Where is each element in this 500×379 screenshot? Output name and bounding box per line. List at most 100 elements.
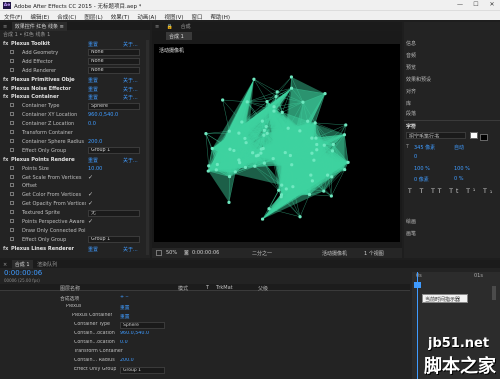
timeline-row[interactable]: Transform Container	[0, 348, 410, 356]
effect-row[interactable]: Textured Sprite 无	[0, 209, 150, 217]
tracking-value[interactable]: 0	[414, 154, 417, 160]
effect-checkbox[interactable]: ✓	[88, 218, 93, 225]
effect-row[interactable]: Get Opacity From Vertices ✓	[0, 200, 150, 208]
fx-icon[interactable]: fx	[3, 157, 8, 163]
effect-row[interactable]: Points Perspective Aware ✓	[0, 218, 150, 226]
lock-icon[interactable]: 🔒	[164, 23, 176, 31]
timeline-row[interactable]: Plexus Container 重置	[0, 312, 410, 320]
tsume-value[interactable]: 0 %	[454, 176, 464, 182]
panel-libraries[interactable]: 库	[406, 100, 411, 107]
panel-info[interactable]: 信息	[406, 40, 416, 47]
camera-icon[interactable]: ◙	[184, 250, 189, 256]
menu-composition[interactable]: 合成(C)	[53, 11, 80, 21]
reset-link[interactable]: 重置	[88, 77, 98, 84]
close-icon[interactable]: ×	[0, 261, 10, 269]
stopwatch-icon[interactable]	[10, 227, 14, 232]
effect-row[interactable]: fx Plexus Toolkit 重置 关于...	[0, 40, 150, 48]
effect-value[interactable]: 200.0	[88, 139, 102, 145]
effect-dropdown[interactable]: Group 1	[88, 236, 140, 244]
timeline-row[interactable]: Container Type Sphere	[0, 321, 410, 329]
stopwatch-icon[interactable]	[10, 236, 14, 241]
stopwatch-icon[interactable]	[10, 49, 14, 54]
timeline-row-value[interactable]: 200.0	[120, 358, 134, 363]
effect-row[interactable]: Draw Only Connected Poi	[0, 227, 150, 235]
stopwatch-icon[interactable]	[10, 219, 14, 223]
effect-checkbox[interactable]: ✓	[88, 200, 93, 207]
effect-row[interactable]: Effect Only Group Group 1	[0, 147, 150, 155]
stopwatch-icon[interactable]	[10, 201, 14, 206]
time-indicator-handle[interactable]	[414, 282, 421, 288]
menu-animation[interactable]: 动画(A)	[133, 11, 160, 21]
effect-dropdown[interactable]: Sphere	[88, 102, 140, 110]
menu-layer[interactable]: 图层(L)	[80, 11, 106, 21]
menu-view[interactable]: 视图(V)	[160, 11, 187, 21]
effect-row[interactable]: fx Plexus Container 重置 关于...	[0, 93, 150, 101]
panel-audio[interactable]: 音频	[406, 52, 416, 59]
effect-row[interactable]: Add Renderer None	[0, 67, 150, 75]
effect-dropdown[interactable]: None	[88, 58, 140, 66]
stopwatch-icon[interactable]	[10, 121, 14, 126]
effect-row[interactable]: Get Scale From Vertices ✓	[0, 174, 150, 182]
text-style-buttons[interactable]: T T TT Tt T¹ T₁	[408, 188, 495, 195]
effect-dropdown[interactable]: Group 1	[88, 147, 140, 155]
panel-effects-presets[interactable]: 效果和预设	[406, 76, 431, 83]
menu-file[interactable]: 文件(F)	[0, 11, 26, 21]
composition-viewer[interactable]: 活动摄像机	[154, 44, 400, 242]
reset-link[interactable]: 重置	[88, 94, 98, 101]
effect-row[interactable]: Add Effector None	[0, 58, 150, 66]
timeline-row[interactable]: Contain...ocation 960.0,540.0	[0, 330, 410, 338]
stopwatch-icon[interactable]	[10, 210, 14, 215]
effect-scrollbar[interactable]	[146, 40, 149, 255]
effect-row[interactable]: fx Plexus Points Renderer 重置 关于...	[0, 156, 150, 164]
horizontal-scale-value[interactable]: 100 %	[454, 166, 470, 172]
timeline-dropdown[interactable]: Group 1	[120, 366, 165, 374]
tab-render-queue[interactable]: 渲染队列	[34, 260, 60, 269]
reset-link[interactable]: 重置	[88, 246, 98, 253]
stopwatch-icon[interactable]	[10, 103, 14, 108]
effect-row[interactable]: Get Color From Vertices ✓	[0, 191, 150, 199]
about-link[interactable]: 关于...	[123, 246, 138, 253]
effect-row[interactable]: Offset	[0, 182, 150, 190]
baseline-shift-value[interactable]: 0 像素	[414, 176, 429, 183]
menu-help[interactable]: 帮助(H)	[207, 11, 234, 21]
effect-checkbox[interactable]: ✓	[88, 191, 93, 198]
effect-value[interactable]: 10.00	[88, 166, 102, 172]
effect-dropdown[interactable]: 无	[88, 209, 140, 217]
tab-effect-controls[interactable]: 效果控件 红色 线条 ≡	[11, 22, 67, 31]
about-link[interactable]: 关于...	[123, 77, 138, 84]
effect-value[interactable]: 0.0	[88, 121, 96, 127]
maximize-button[interactable]: ☐	[468, 0, 484, 10]
effect-dropdown[interactable]: None	[88, 67, 140, 75]
fx-icon[interactable]: fx	[3, 86, 8, 92]
resolution-select[interactable]: 二分之一	[252, 250, 272, 257]
timeline-row-value[interactable]: 重置	[120, 313, 130, 320]
stopwatch-icon[interactable]	[10, 138, 14, 143]
about-link[interactable]: 关于...	[123, 94, 138, 101]
effect-row[interactable]: fx Plexus Noise Effector 重置 关于...	[0, 85, 150, 93]
font-size-value[interactable]: 345 像素	[414, 144, 435, 151]
panel-paint[interactable]: 绘画	[406, 218, 416, 225]
fx-icon[interactable]: fx	[3, 246, 8, 252]
timeline-dropdown[interactable]: Sphere	[120, 321, 165, 329]
views-select[interactable]: 1 个视图	[364, 250, 384, 257]
composition-tab[interactable]: 合成 1	[166, 32, 192, 40]
vertical-scale-value[interactable]: 100 %	[414, 166, 430, 172]
composition-timecode[interactable]: 0:00:00:06	[192, 250, 219, 256]
current-time-indicator[interactable]	[417, 272, 418, 379]
stopwatch-icon[interactable]	[10, 174, 14, 179]
minimize-button[interactable]: —	[452, 0, 468, 10]
close-button[interactable]: ✕	[484, 0, 500, 10]
effect-row[interactable]: Container Sphere Radius 200.0	[0, 138, 150, 146]
stopwatch-icon[interactable]	[10, 58, 14, 63]
timeline-row[interactable]: Plexus 重置	[0, 303, 410, 311]
effect-row[interactable]: Add Geometry None	[0, 49, 150, 57]
tab-composition[interactable]: 合成 1	[11, 260, 33, 269]
about-link[interactable]: 关于...	[123, 86, 138, 93]
timeline-row-value[interactable]: + ‒	[120, 295, 129, 300]
effect-row[interactable]: Container XY Location 960.0,540.0	[0, 111, 150, 119]
timeline-row-value[interactable]: 960.0,540.0	[120, 331, 149, 336]
effect-checkbox[interactable]: ✓	[88, 174, 93, 181]
safe-zones-icon[interactable]	[156, 250, 162, 256]
stopwatch-icon[interactable]	[10, 147, 14, 152]
about-link[interactable]: 关于...	[123, 157, 138, 164]
